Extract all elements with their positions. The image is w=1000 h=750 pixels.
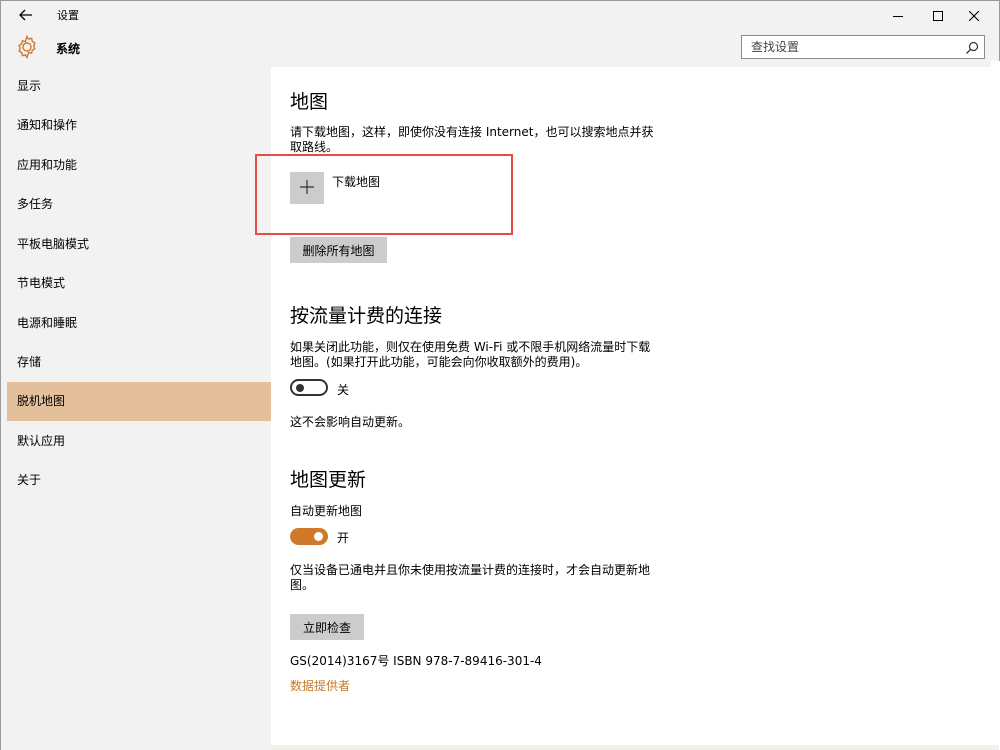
toggle-knob bbox=[314, 532, 323, 541]
auto-update-label: 自动更新地图 bbox=[290, 504, 363, 518]
metered-toggle[interactable] bbox=[290, 379, 328, 396]
metered-description: 如果关闭此功能，则仅在使用免费 Wi-Fi 或不限手机网络流量时下载地图。(如果… bbox=[290, 340, 651, 369]
maps-heading: 地图 bbox=[290, 91, 329, 113]
title-bar: 设置 bbox=[1, 1, 999, 29]
search-icon[interactable] bbox=[965, 40, 979, 54]
toggle-knob bbox=[296, 384, 304, 392]
auto-update-toggle-label: 开 bbox=[337, 531, 350, 545]
data-providers-link[interactable]: 数据提供者 bbox=[290, 677, 350, 694]
minimize-button[interactable] bbox=[881, 1, 915, 29]
search-box[interactable] bbox=[741, 35, 985, 59]
sidebar-item-display[interactable]: 显示 bbox=[7, 67, 271, 106]
sidebar-item-multitasking[interactable]: 多任务 bbox=[7, 185, 271, 224]
plus-icon bbox=[300, 179, 314, 198]
metered-toggle-label: 关 bbox=[337, 383, 350, 397]
search-input[interactable] bbox=[742, 36, 962, 58]
close-icon bbox=[968, 6, 980, 25]
main-content: 地图 请下载地图，这样，即使你没有连接 Internet，也可以搜索地点并获取路… bbox=[255, 67, 999, 745]
window-title: 设置 bbox=[57, 9, 79, 22]
page-header: 系统 bbox=[1, 29, 999, 67]
maximize-icon bbox=[933, 6, 943, 25]
sidebar-item-battery-saver[interactable]: 节电模式 bbox=[7, 264, 271, 303]
page-title: 系统 bbox=[56, 42, 81, 56]
gear-icon bbox=[15, 34, 39, 60]
maximize-button[interactable] bbox=[921, 1, 955, 29]
check-now-button[interactable]: 立即检查 bbox=[290, 614, 364, 640]
download-maps-label[interactable]: 下载地图 bbox=[332, 173, 380, 190]
auto-update-toggle[interactable] bbox=[290, 528, 328, 545]
settings-window: 设置 系统 查找设置 显示 通知和操作 应用和功能 多任务 平板电脑模式 节电模… bbox=[0, 0, 1000, 750]
copyright-text: GS(2014)3167号 ISBN 978-7-89416-301-4 bbox=[290, 654, 542, 668]
sidebar-item-about[interactable]: 关于 bbox=[7, 461, 271, 500]
metered-heading: 按流量计费的连接 bbox=[290, 305, 443, 327]
sidebar-item-apps-features[interactable]: 应用和功能 bbox=[7, 146, 271, 185]
updates-description: 仅当设备已通电并且你未使用按流量计费的连接时，才会自动更新地图。 bbox=[290, 563, 651, 592]
sidebar-item-notifications[interactable]: 通知和操作 bbox=[7, 106, 271, 145]
sidebar-item-default-apps[interactable]: 默认应用 bbox=[7, 422, 271, 461]
background-window-edge bbox=[991, 61, 1000, 750]
updates-heading: 地图更新 bbox=[290, 469, 367, 491]
arrow-left-icon bbox=[19, 6, 33, 25]
close-button[interactable] bbox=[957, 1, 991, 29]
delete-all-maps-button[interactable]: 删除所有地图 bbox=[290, 237, 387, 263]
background-window-strip bbox=[271, 745, 999, 750]
sidebar-item-storage[interactable]: 存储 bbox=[7, 343, 271, 382]
back-button[interactable] bbox=[11, 3, 41, 27]
sidebar-item-tablet-mode[interactable]: 平板电脑模式 bbox=[7, 225, 271, 264]
download-maps-button[interactable] bbox=[290, 172, 324, 204]
maps-description: 请下载地图，这样，即使你没有连接 Internet，也可以搜索地点并获取路线。 bbox=[290, 125, 654, 154]
sidebar-item-offline-maps[interactable]: 脱机地图 bbox=[7, 382, 271, 421]
sidebar: 显示 通知和操作 应用和功能 多任务 平板电脑模式 节电模式 电源和睡眠 存储 … bbox=[1, 67, 271, 750]
minimize-icon bbox=[893, 6, 903, 25]
metered-note: 这不会影响自动更新。 bbox=[290, 415, 411, 429]
sidebar-item-power-sleep[interactable]: 电源和睡眠 bbox=[7, 304, 271, 343]
